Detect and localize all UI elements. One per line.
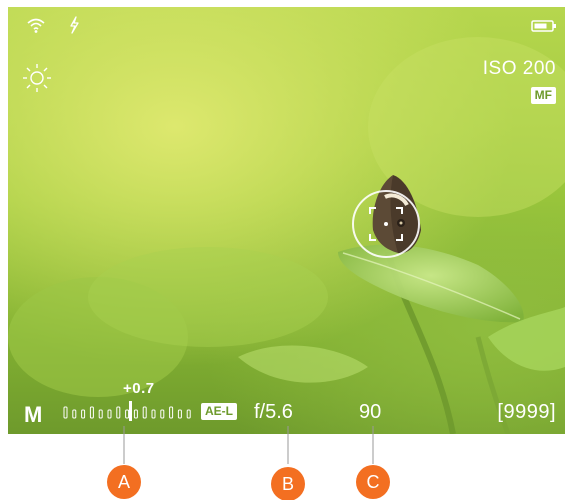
callout-lines bbox=[107, 426, 390, 500]
callout-b-label: B bbox=[281, 474, 294, 494]
callout-c-label: C bbox=[366, 472, 380, 492]
callout-a-label: A bbox=[117, 472, 130, 492]
